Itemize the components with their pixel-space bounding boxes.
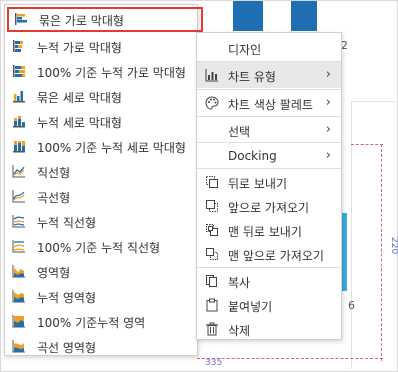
send-backward-icon [206,176,218,188]
menu-item-copy[interactable]: 복사 [197,268,341,294]
bring-to-front-icon [206,248,218,260]
menu-item-chart-palette[interactable]: 차트 색상 팔레트 › [197,90,341,116]
menu-item-label: 곡선 영역형 [37,341,97,355]
menu-item-chart-type[interactable]: 차트 유형 › [197,62,341,88]
menu-item-label: 맨 앞으로 가져오기 [228,249,324,263]
menu-item-label: 차트 색상 팔레트 [228,98,313,112]
menu-item-label: 묶은 세로 막대형 [37,91,122,105]
menu-item-label: 선택 [228,125,251,139]
selection-guide-top [351,144,383,145]
chart-bar [291,1,317,31]
menu-item-select[interactable]: 선택 › [197,117,341,143]
context-menu: 디자인 차트 유형 › 차트 색상 팔레트 › 선택 › Docking › 뒤… [196,32,342,340]
spline-area-icon [12,340,25,353]
chevron-right-icon: › [325,95,331,110]
menu-item-label: 100% 기준 누적 직선형 [37,241,161,255]
width-dimension-label: 335 [205,358,223,368]
menu-item-bring-to-front[interactable]: 맨 앞으로 가져오기 [197,241,341,267]
menu-item-stacked-line-100[interactable]: 100% 기준 누적 직선형 [5,234,197,259]
menu-item-clustered-bar[interactable]: 묶은 가로 막대형 [7,7,203,32]
menu-item-label: 삭제 [228,324,251,338]
menu-item-bring-forward[interactable]: 앞으로 가져오기 [197,193,341,219]
menu-item-clustered-column[interactable]: 묶은 세로 막대형 [5,84,197,109]
selection-guide-right [381,144,382,361]
chart-type-submenu: 묶은 가로 막대형 누적 가로 막대형 100% 기준 누적 가로 막대형 묶은… [4,4,203,359]
menu-item-label: 직선형 [37,166,71,180]
menu-item-label: 누적 직선형 [37,216,97,230]
menu-item-label: Docking [228,149,277,163]
menu-item-spline-area[interactable]: 곡선 영역형 [5,334,197,359]
axis-tick-label: 6 [348,299,355,312]
menu-item-stacked-area[interactable]: 누적 영역형 [5,284,197,309]
axis-tick-label: 2 [341,39,348,52]
area-chart-icon [12,265,25,278]
stacked-line-100-icon [12,240,25,253]
menu-item-label: 100% 기준누적 영역 [37,316,146,330]
menu-item-label: 뒤로 보내기 [228,177,288,191]
menu-item-delete[interactable]: 삭제 [197,316,341,342]
menu-item-label: 누적 가로 막대형 [37,41,122,55]
menu-item-label: 붙여넣기 [228,300,273,314]
stacked-area-100-icon [12,315,25,328]
clustered-column-icon [13,91,25,103]
stacked-line-icon [12,215,25,228]
chevron-right-icon: › [325,67,331,82]
menu-item-send-backward[interactable]: 뒤로 보내기 [197,169,341,195]
menu-item-area[interactable]: 영역형 [5,259,197,284]
menu-item-label: 100% 기준 누적 세로 막대형 [37,141,186,155]
stacked-column-100-icon [13,141,25,153]
bring-forward-icon [206,200,218,212]
menu-item-stacked-line[interactable]: 누적 직선형 [5,209,197,234]
menu-item-label: 영역형 [37,266,71,280]
menu-item-stacked-area-100[interactable]: 100% 기준누적 영역 [5,309,197,334]
menu-item-label: 누적 세로 막대형 [37,116,122,130]
menu-item-label: 맨 뒤로 보내기 [228,225,302,239]
menu-item-label: 복사 [228,276,251,290]
menu-item-stacked-bar[interactable]: 누적 가로 막대형 [5,34,197,59]
chart-panel[interactable] [351,101,395,369]
menu-item-label: 100% 기준 누적 가로 막대형 [37,66,186,80]
menu-item-label: 곡선형 [37,191,71,205]
menu-item-label: 묶은 가로 막대형 [39,14,124,28]
stacked-column-icon [13,116,25,128]
spline-chart-icon [12,190,25,203]
menu-item-line[interactable]: 직선형 [5,159,197,184]
paste-icon [206,298,218,312]
clustered-bar-icon [15,13,27,25]
context-menu-header-design: 디자인 [197,35,341,61]
copy-icon [206,275,217,287]
menu-item-stacked-bar-100[interactable]: 100% 기준 누적 가로 막대형 [5,59,197,84]
menu-item-label: 누적 영역형 [37,291,97,305]
menu-item-label: 앞으로 가져오기 [228,201,310,215]
stacked-bar-icon [13,40,23,52]
menu-item-spline[interactable]: 곡선형 [5,184,197,209]
chevron-right-icon: › [325,148,331,163]
chevron-right-icon: › [325,122,331,137]
menu-item-paste[interactable]: 붙여넣기 [197,292,341,318]
stacked-bar-100-icon [13,65,25,77]
bar-chart-icon [205,69,218,82]
menu-item-stacked-column-100[interactable]: 100% 기준 누적 세로 막대형 [5,134,197,159]
height-dimension-label: 220 [389,237,398,255]
menu-item-stacked-column[interactable]: 누적 세로 막대형 [5,109,197,134]
menu-header-label: 디자인 [228,43,262,57]
selection-guide-bottom [197,358,383,359]
line-chart-icon [12,165,25,178]
chart-bar [233,1,263,31]
stacked-area-icon [12,290,25,303]
send-to-back-icon [206,224,218,236]
menu-item-send-to-back[interactable]: 맨 뒤로 보내기 [197,217,341,243]
menu-item-label: 차트 유형 [228,70,276,84]
palette-icon [205,96,219,110]
menu-item-docking[interactable]: Docking › [197,143,341,169]
trash-icon [206,322,218,336]
